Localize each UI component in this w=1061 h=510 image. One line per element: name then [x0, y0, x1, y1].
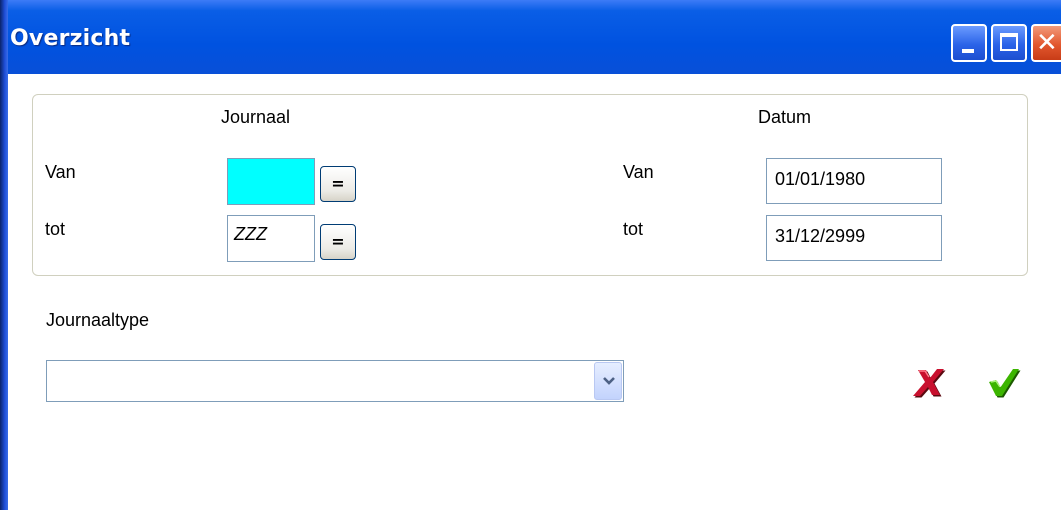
- window-title: Overzicht: [10, 26, 131, 51]
- journaaltype-label: Journaaltype: [46, 310, 150, 330]
- close-button[interactable]: ✕: [1031, 24, 1061, 62]
- datum-tot-label: tot: [623, 219, 644, 239]
- confirm-button[interactable]: [983, 364, 1023, 400]
- window-controls: ✕: [951, 24, 1061, 62]
- minimize-icon: [962, 49, 974, 53]
- minimize-button[interactable]: [951, 24, 987, 62]
- overzicht-window: Overzicht ✕ Journaal Datum Van tot = ZZZ…: [0, 0, 1061, 510]
- maximize-button[interactable]: [991, 24, 1027, 62]
- chevron-down-icon: [603, 377, 615, 385]
- journaal-van-label: Van: [45, 162, 76, 182]
- red-x-icon: [913, 369, 946, 398]
- cancel-button[interactable]: [908, 364, 948, 400]
- journaal-tot-input[interactable]: ZZZ: [227, 215, 315, 262]
- dialog-content: Journaal Datum Van tot = ZZZ = Van tot 0…: [8, 74, 1061, 510]
- datum-header: Datum: [758, 107, 812, 127]
- journaal-van-lookup-button[interactable]: =: [320, 166, 356, 202]
- green-check-icon: [989, 369, 1021, 398]
- datum-tot-input[interactable]: 31/12/2999: [766, 215, 942, 261]
- journaaltype-dropdown-button[interactable]: [594, 362, 622, 400]
- journaal-header: Journaal: [221, 107, 291, 127]
- journaal-tot-lookup-button[interactable]: =: [320, 224, 356, 260]
- datum-van-input[interactable]: 01/01/1980: [766, 158, 942, 204]
- window-left-border: [0, 0, 8, 510]
- maximize-icon: [1000, 33, 1018, 51]
- datum-van-label: Van: [623, 162, 654, 182]
- journaal-tot-label: tot: [45, 219, 66, 239]
- journaal-van-input[interactable]: [227, 158, 315, 205]
- close-icon: ✕: [1036, 28, 1058, 58]
- journaaltype-select[interactable]: [46, 360, 624, 402]
